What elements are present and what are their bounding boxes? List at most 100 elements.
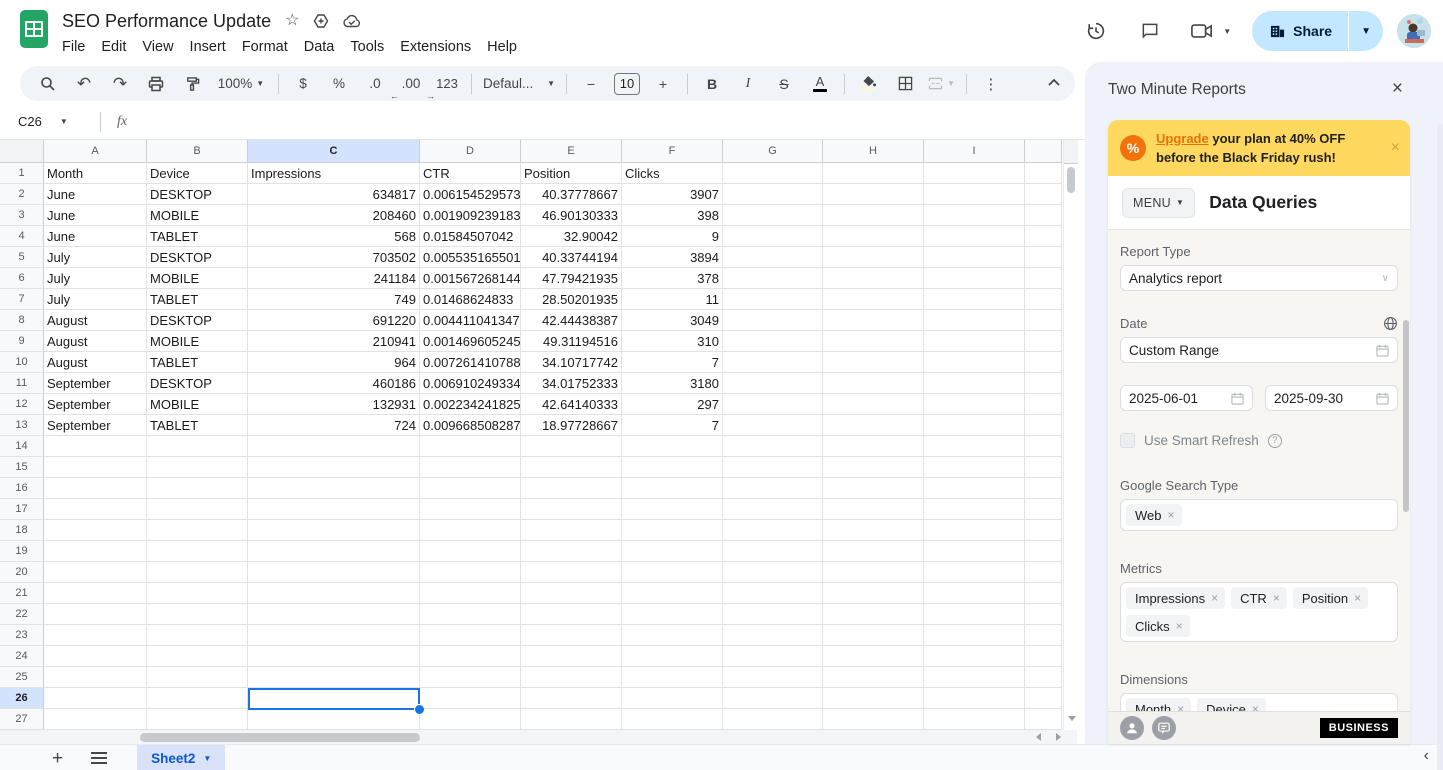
row-header-24[interactable]: 24 [0, 646, 44, 667]
cell[interactable] [1025, 667, 1062, 688]
paint-format-icon[interactable] [174, 71, 210, 97]
cell[interactable] [622, 562, 723, 583]
cell[interactable] [1025, 688, 1062, 709]
redo-icon[interactable]: ↷ [102, 71, 138, 97]
cell[interactable]: 0.006910249334 [420, 373, 521, 394]
cell[interactable] [823, 331, 924, 352]
cell[interactable] [248, 688, 420, 709]
row-header-6[interactable]: 6 [0, 268, 44, 289]
cell[interactable] [823, 667, 924, 688]
cell[interactable] [924, 373, 1025, 394]
metrics-chip-input[interactable]: Impressions×CTR×Position×Clicks× [1120, 582, 1398, 642]
cell[interactable]: 749 [248, 289, 420, 310]
cell[interactable] [147, 688, 248, 709]
cell[interactable]: 0.006154529573 [420, 184, 521, 205]
cell[interactable]: CTR [420, 163, 521, 184]
cell[interactable] [420, 562, 521, 583]
remove-chip-icon[interactable]: × [1354, 591, 1361, 605]
cell[interactable] [1025, 499, 1062, 520]
cell[interactable] [723, 289, 823, 310]
cell[interactable] [823, 310, 924, 331]
search-menus-icon[interactable] [30, 71, 66, 97]
cell[interactable] [723, 583, 823, 604]
cell[interactable] [723, 163, 823, 184]
cell[interactable]: 210941 [248, 331, 420, 352]
cell[interactable] [1025, 289, 1062, 310]
cell[interactable] [723, 226, 823, 247]
cell[interactable] [823, 415, 924, 436]
cell[interactable] [1025, 457, 1062, 478]
cell[interactable]: 3180 [622, 373, 723, 394]
cell[interactable] [622, 457, 723, 478]
cell[interactable] [521, 667, 622, 688]
cell[interactable]: June [44, 205, 147, 226]
cell[interactable] [147, 478, 248, 499]
cell[interactable] [823, 226, 924, 247]
cell[interactable] [723, 562, 823, 583]
cell[interactable]: Device [147, 163, 248, 184]
formula-input[interactable] [127, 104, 1085, 139]
cell[interactable] [823, 499, 924, 520]
cell[interactable]: 703502 [248, 247, 420, 268]
cell[interactable] [823, 163, 924, 184]
cell[interactable] [723, 310, 823, 331]
cell[interactable]: Position [521, 163, 622, 184]
cell[interactable] [420, 667, 521, 688]
cell[interactable] [521, 457, 622, 478]
chip-web[interactable]: Web× [1126, 504, 1182, 526]
cell[interactable] [823, 604, 924, 625]
cell[interactable]: 964 [248, 352, 420, 373]
row-header-15[interactable]: 15 [0, 457, 44, 478]
cell[interactable] [823, 373, 924, 394]
remove-chip-icon[interactable]: × [1211, 591, 1218, 605]
cell[interactable]: DESKTOP [147, 310, 248, 331]
cell[interactable] [147, 625, 248, 646]
cell[interactable] [420, 709, 521, 730]
cell[interactable] [1025, 268, 1062, 289]
menu-data[interactable]: Data [296, 36, 343, 58]
menu-file[interactable]: File [54, 36, 93, 58]
cell[interactable] [723, 205, 823, 226]
cell[interactable] [924, 436, 1025, 457]
cell[interactable] [723, 268, 823, 289]
cell[interactable] [521, 688, 622, 709]
fill-handle[interactable] [414, 704, 425, 715]
cell[interactable] [1025, 709, 1062, 730]
borders-icon[interactable] [887, 71, 923, 97]
cell[interactable] [924, 184, 1025, 205]
cell[interactable] [823, 268, 924, 289]
cell[interactable] [924, 310, 1025, 331]
cell[interactable] [147, 667, 248, 688]
menu-view[interactable]: View [134, 36, 181, 58]
cell[interactable] [723, 646, 823, 667]
cell[interactable]: 3894 [622, 247, 723, 268]
sheet-tab-caret[interactable]: ▼ [203, 754, 211, 763]
cell[interactable] [924, 709, 1025, 730]
start-date-input[interactable]: 2025-06-01 [1120, 385, 1253, 411]
cell[interactable] [1025, 415, 1062, 436]
cell[interactable] [622, 520, 723, 541]
name-box-caret[interactable]: ▼ [60, 117, 68, 126]
cell[interactable] [521, 499, 622, 520]
cell[interactable] [1025, 394, 1062, 415]
cell[interactable] [924, 520, 1025, 541]
cell[interactable]: 42.64140333 [521, 394, 622, 415]
row-header-21[interactable]: 21 [0, 583, 44, 604]
cell[interactable] [420, 478, 521, 499]
column-header-C[interactable]: C [248, 140, 420, 163]
cell[interactable] [1025, 436, 1062, 457]
chip-clicks[interactable]: Clicks× [1126, 615, 1190, 637]
cell[interactable] [1025, 646, 1062, 667]
report-type-select[interactable]: Analytics report ∨ [1120, 265, 1398, 291]
cell[interactable]: 32.90042 [521, 226, 622, 247]
cell[interactable] [248, 709, 420, 730]
cell[interactable] [521, 604, 622, 625]
cell[interactable]: 0.001567268144 [420, 268, 521, 289]
cell[interactable] [420, 520, 521, 541]
cell[interactable] [1025, 583, 1062, 604]
cell[interactable] [924, 205, 1025, 226]
comments-icon[interactable] [1130, 11, 1170, 51]
account-avatar[interactable] [1397, 14, 1431, 48]
cell[interactable] [147, 562, 248, 583]
cell[interactable] [823, 583, 924, 604]
